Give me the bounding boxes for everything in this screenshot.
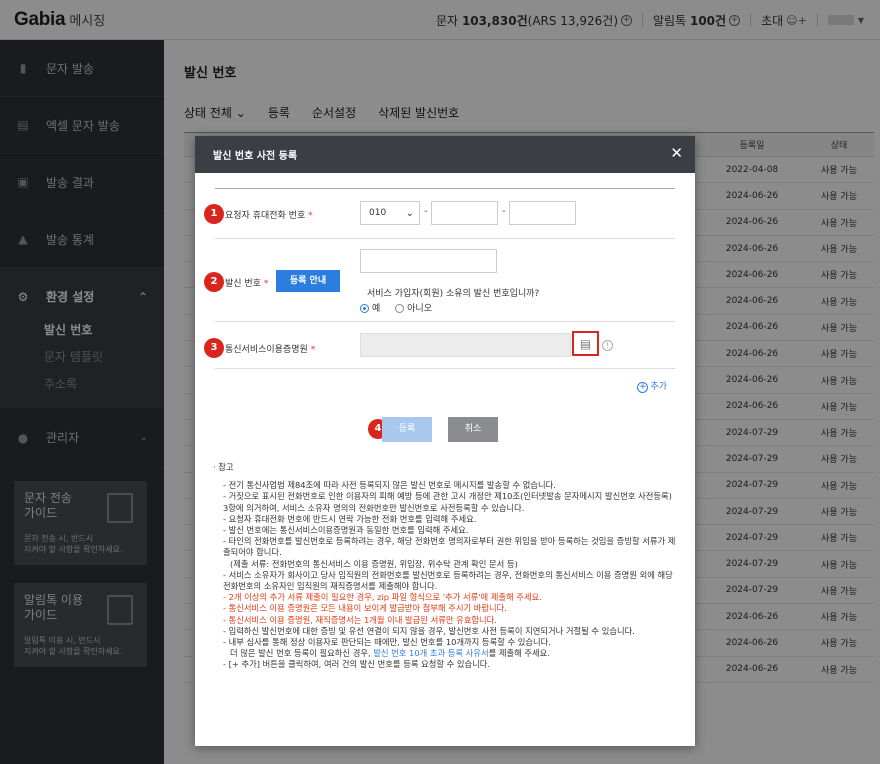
file-icon: ▤ <box>579 336 592 351</box>
prefix-value: 010 <box>369 208 387 218</box>
radio-no-circle[interactable] <box>395 304 405 313</box>
notes-title: · 참고 <box>213 462 234 472</box>
note-item: - 타인의 전화번호를 발신번호로 등록하려는 경우, 해당 전화번호 명의자로… <box>223 536 676 558</box>
note-item: - [+ 추가] 버튼을 클릭하여, 여러 건의 발신 번호를 등록 요청할 수… <box>223 659 491 670</box>
note-item: - 거짓으로 표시된 전화번호로 인한 이용자의 피해 예방 등에 관한 고시 … <box>223 491 672 513</box>
row-service-certificate: 3 통신서비스이용증명원 * ▤ ! <box>204 322 675 369</box>
dash: - <box>502 206 506 217</box>
plus-icon: + <box>637 382 649 393</box>
add-row-link[interactable]: + 추가 <box>637 379 667 393</box>
note-more-pre: 더 많은 발신 번호 등록이 필요하신 경우, <box>230 648 374 659</box>
sender-number-input[interactable] <box>360 249 497 273</box>
radio-no-label: 아니오 <box>407 304 432 314</box>
requester-phone-label: 요청자 휴대전화 번호 * <box>225 208 313 221</box>
radio-yes-label: 예 <box>372 304 381 314</box>
step-badge: 2 <box>204 272 224 292</box>
row-sender-number: 2 발신 번호 * 등록 안내 서비스 가입자(회원) 소유의 발신 번호입니까… <box>204 239 675 322</box>
certificate-file-input <box>360 333 571 357</box>
registration-guide-button[interactable]: 등록 안내 <box>276 270 340 292</box>
over-limit-form-link[interactable]: 발신 번호 10개 초과 등록 사유서 <box>373 648 488 658</box>
phone-middle-input[interactable] <box>431 201 498 225</box>
file-attach-button[interactable]: ▤ <box>572 331 599 356</box>
note-item: - 요청자 휴대전화 번호에 반드시 연락 가능한 전화 번호를 입력해 주세요… <box>223 513 477 524</box>
submit-button[interactable]: 등록 <box>382 417 432 442</box>
required-mark: * <box>310 345 316 355</box>
info-icon[interactable]: ! <box>602 340 613 351</box>
radio-yes[interactable]: 예 <box>360 304 380 314</box>
chevron-down-icon: ⌄ <box>405 207 414 219</box>
label-text: 발신 번호 <box>225 279 261 289</box>
note-item: - 전기 통신사업법 제84조에 따라 사전 등록되지 않은 발신 번호로 메시… <box>223 480 556 491</box>
note-more: 더 많은 발신 번호 등록이 필요하신 경우, 발신 번호 10개 초과 등록 … <box>230 648 677 659</box>
close-icon[interactable]: ✕ <box>670 145 683 161</box>
register-form: 1 요청자 휴대전화 번호 * 010 ⌄ - - 2 발신 번호 * 등록 안… <box>204 188 675 369</box>
label-text: 요청자 휴대전화 번호 <box>225 211 306 221</box>
note-item: - 2개 이상의 추가 서류 제출이 필요한 경우, zip 파일 형식으로 '… <box>223 592 542 603</box>
label-text: 통신서비스이용증명원 <box>225 345 308 355</box>
cancel-button[interactable]: 취소 <box>448 417 498 442</box>
radio-yes-circle[interactable] <box>360 304 369 313</box>
ownership-radio-group: 예 아니오 <box>360 301 432 314</box>
certificate-label: 통신서비스이용증명원 * <box>225 342 315 355</box>
note-item: - 내부 심사를 통해 정상 이용자로 판단되는 때에만, 발신 번호를 10개… <box>223 637 551 648</box>
note-item: - 서비스 소유자가 회사이고 당사 임직원의 전화번호를 발신번호로 등록하려… <box>223 569 673 592</box>
note-item: (제출 서류: 전화번호의 통신서비스 이용 증명원, 위임장, 위수탁 관계 … <box>230 558 518 569</box>
notes-list: - 전기 통신사업법 제84조에 따라 사전 등록되지 않은 발신 번호로 메시… <box>213 480 677 648</box>
required-mark: * <box>263 279 269 289</box>
ownership-question: 서비스 가입자(회원) 소유의 발신 번호입니까? <box>367 289 540 299</box>
note-item: - 발신 번호에는 통신서비스이용증명원과 동일한 번호를 입력해 주세요. <box>223 525 469 536</box>
notes-last: - [+ 추가] 버튼을 클릭하여, 여러 건의 발신 번호를 등록 요청할 수… <box>213 659 677 670</box>
note-more-post: 를 제출해 주세요. <box>488 648 550 659</box>
dash: - <box>424 206 428 217</box>
register-modal: 발신 번호 사전 등록 ✕ 1 요청자 휴대전화 번호 * 010 ⌄ - - … <box>195 136 695 746</box>
phone-prefix-select[interactable]: 010 ⌄ <box>360 201 420 225</box>
add-label: 추가 <box>650 382 667 392</box>
step-badge: 1 <box>204 204 224 224</box>
note-item: - 통신서비스 이용 증명원은 모든 내용이 보이게 발급받아 첨부해 주시기 … <box>223 603 507 614</box>
row-requester-phone: 1 요청자 휴대전화 번호 * 010 ⌄ - - <box>204 189 675 239</box>
modal-title: 발신 번호 사전 등록 <box>195 136 695 173</box>
note-item: - 입력하신 발신번호에 대한 증빙 및 유선 연결이 되지 않을 경우, 발신… <box>223 625 635 636</box>
radio-no[interactable]: 아니오 <box>395 304 432 314</box>
required-mark: * <box>308 211 313 221</box>
notes-tail: 더 많은 발신 번호 등록이 필요하신 경우, 발신 번호 10개 초과 등록 … <box>213 648 677 659</box>
note-item: - 통신서비스 이용 증명원, 재직증명서는 1개월 이내 발급된 서류만 유효… <box>223 614 497 625</box>
notes-section: · 참고 - 전기 통신사업법 제84조에 따라 사전 등록되지 않은 발신 번… <box>213 462 677 671</box>
step-badge: 3 <box>204 338 224 358</box>
sender-number-label: 발신 번호 * <box>225 276 268 289</box>
phone-last-input[interactable] <box>509 201 576 225</box>
